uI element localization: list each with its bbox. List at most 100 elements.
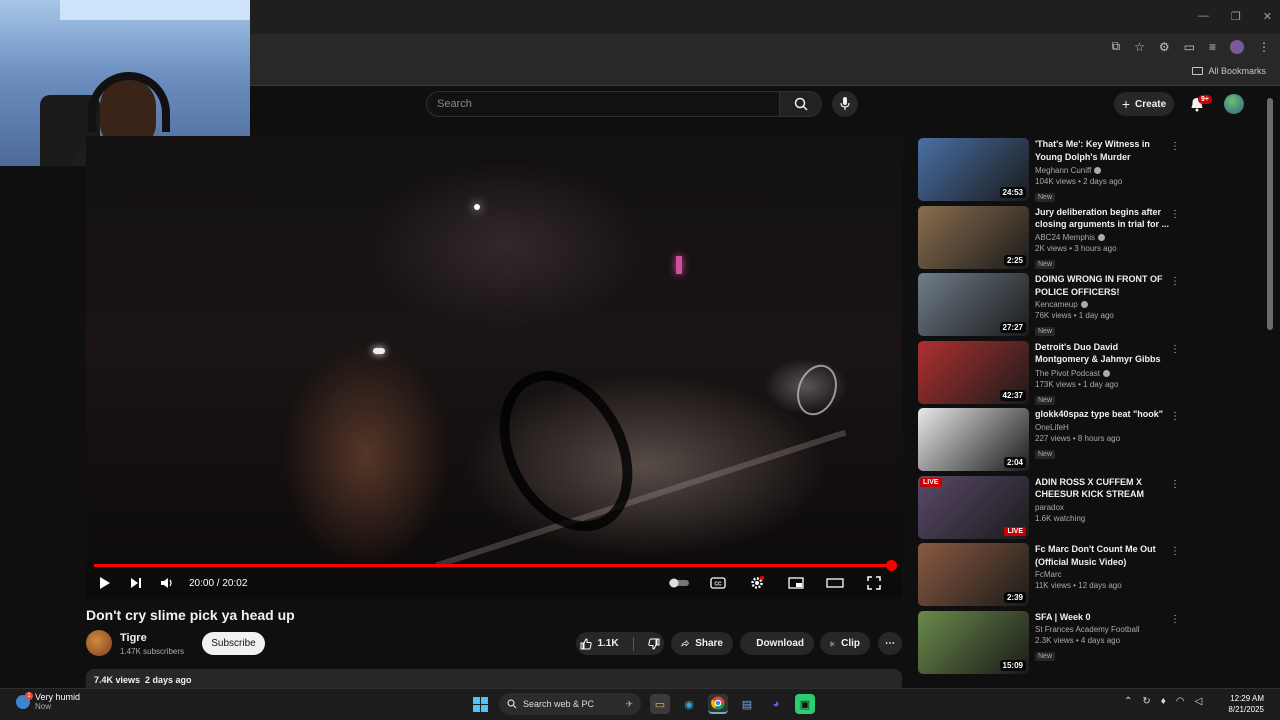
edge-browser-icon[interactable]: ◉	[679, 694, 699, 714]
recommendation-thumbnail[interactable]: 27:27	[918, 273, 1029, 336]
discord-icon[interactable]: ◕	[766, 694, 786, 714]
captions-button[interactable]: CC	[707, 573, 729, 593]
recommendation-title[interactable]: SFA | Week 0	[1035, 611, 1173, 624]
channel-avatar[interactable]	[86, 630, 112, 656]
recommendation-item[interactable]: 42:37 Detroit's Duo David Montgomery & Ja…	[918, 340, 1180, 409]
channel-name[interactable]: Tigre	[120, 632, 147, 644]
recommendation-thumbnail[interactable]: 2:04	[918, 408, 1029, 471]
more-vertical-icon[interactable]: ⋮	[1170, 141, 1180, 152]
more-actions-button[interactable]: ⋯	[878, 632, 902, 655]
chrome-browser-icon[interactable]	[708, 694, 728, 714]
close-button[interactable]: ✕	[1263, 10, 1272, 23]
recommendation-thumbnail[interactable]: 24:53	[918, 138, 1029, 201]
recommendation-title[interactable]: ADIN ROSS X CUFFEM X CHEESUR KICK STREAM	[1035, 476, 1173, 501]
voice-search-button[interactable]	[832, 91, 858, 117]
maximize-button[interactable]: ❐	[1231, 10, 1241, 23]
profile-avatar[interactable]	[1224, 94, 1244, 114]
all-bookmarks-button[interactable]: All Bookmarks	[1192, 66, 1266, 76]
play-button[interactable]	[94, 573, 116, 593]
theater-mode-button[interactable]	[824, 573, 846, 593]
microphone-tray-icon[interactable]: ♦	[1161, 696, 1166, 707]
more-vertical-icon[interactable]: ⋮	[1170, 479, 1180, 490]
speaker-icon[interactable]: ◁	[1195, 696, 1203, 707]
recommendation-info: Fc Marc Don't Count Me Out (Official Mus…	[1035, 543, 1173, 611]
recommendation-thumbnail[interactable]: 15:09	[918, 610, 1029, 674]
recommendation-thumbnail[interactable]: 42:37	[918, 340, 1029, 404]
wifi-icon[interactable]: ◠	[1176, 696, 1185, 707]
recommendation-info: SFA | Week 0 St Frances Academy Football 2…	[1035, 611, 1173, 679]
browser-profile-avatar[interactable]	[1230, 39, 1244, 54]
recommendation-channel[interactable]: paradox	[1035, 503, 1173, 512]
video-player[interactable]	[86, 136, 902, 598]
download-button[interactable]: Download	[740, 632, 814, 655]
file-explorer-icon[interactable]: ▭	[650, 694, 670, 714]
autoplay-toggle[interactable]	[668, 573, 690, 593]
recommendation-title[interactable]: 'That's Me': Key Witness in Young Dolph'…	[1035, 138, 1173, 164]
more-vertical-icon[interactable]: ⋮	[1170, 344, 1180, 355]
weather-widget[interactable]: 1 Very humid Now	[16, 692, 80, 712]
recommendation-item[interactable]: 27:27 DOING WRONG IN FRONT OF POLICE OFFI…	[918, 273, 1180, 341]
recommendation-channel[interactable]: St Frances Academy Football	[1035, 625, 1173, 634]
recommendation-channel[interactable]: ABC24 Memphis	[1035, 233, 1173, 242]
page-scrollbar[interactable]	[1267, 98, 1273, 330]
recommendation-meta: 173K views • 1 day ago	[1035, 379, 1119, 389]
recommendation-channel[interactable]: Kencameup	[1035, 300, 1173, 309]
like-button[interactable]: 1.1K	[580, 637, 619, 650]
clock-date: 8/21/2025	[1228, 705, 1264, 714]
recommendation-thumbnail[interactable]: 2:25	[918, 205, 1029, 269]
recommendation-title[interactable]: DOING WRONG IN FRONT OF POLICE OFFICERS!	[1035, 273, 1173, 298]
recommendation-title[interactable]: Fc Marc Don't Count Me Out (Official Mus…	[1035, 543, 1173, 568]
recommendation-meta: 104K views • 2 days ago	[1035, 177, 1123, 186]
dislike-button[interactable]	[647, 638, 660, 650]
cast-icon[interactable]: ⧉	[1112, 39, 1121, 54]
more-vertical-icon[interactable]: ⋮	[1170, 276, 1180, 287]
settings-button[interactable]	[746, 573, 768, 593]
notepad-icon[interactable]: ▤	[737, 694, 757, 714]
recommendation-channel[interactable]: FcMarc	[1035, 570, 1173, 579]
minimize-button[interactable]: —	[1198, 10, 1209, 23]
fullscreen-button[interactable]	[863, 573, 885, 593]
tab-search-icon[interactable]: ▭	[1184, 40, 1195, 54]
recommendation-title[interactable]: Detroit's Duo David Montgomery & Jahmyr …	[1035, 341, 1173, 367]
network-activity-icon[interactable]: ↻	[1142, 696, 1150, 707]
miniplayer-button[interactable]	[785, 573, 807, 593]
create-button[interactable]: + Create	[1114, 92, 1174, 116]
bookmark-star-icon[interactable]: ☆	[1134, 40, 1145, 54]
tray-overflow-icon[interactable]: ⌃	[1124, 696, 1132, 707]
more-vertical-icon[interactable]: ⋮	[1170, 614, 1180, 625]
share-button[interactable]: Share	[671, 632, 733, 655]
recommendation-item[interactable]: 2:04 glokk40spaz type beat "hook" OneLifeH…	[918, 408, 1180, 476]
taskbar-clock[interactable]: 12:29 AM 8/21/2025	[1222, 693, 1264, 715]
recommendation-thumbnail[interactable]: LIVE LIVE	[918, 475, 1029, 539]
clip-button[interactable]: Clip	[820, 632, 870, 655]
recommendation-channel[interactable]: The Pivot Podcast	[1035, 369, 1173, 378]
more-vertical-icon[interactable]: ⋮	[1170, 209, 1180, 220]
search-field[interactable]	[426, 91, 780, 117]
recommendation-item[interactable]: 2:39 Fc Marc Don't Count Me Out (Official…	[918, 543, 1180, 611]
video-frame[interactable]	[86, 136, 902, 598]
windows-start-icon[interactable]	[470, 694, 490, 714]
search-input[interactable]	[437, 98, 779, 110]
browser-menu-icon[interactable]: ⋮	[1258, 40, 1270, 54]
recommendation-item[interactable]: 15:09 SFA | Week 0 St Frances Academy Foot…	[918, 610, 1180, 679]
reading-list-icon[interactable]: ≡	[1209, 40, 1216, 54]
more-vertical-icon[interactable]: ⋮	[1170, 411, 1180, 422]
recommendation-channel[interactable]: OneLifeH	[1035, 423, 1173, 432]
recommendation-item[interactable]: LIVE LIVE ADIN ROSS X CUFFEM X CHEESUR KIC…	[918, 475, 1180, 544]
next-button[interactable]	[125, 573, 147, 593]
volume-button[interactable]	[156, 573, 178, 593]
live-badge: LIVE	[1004, 526, 1026, 536]
recommendation-item[interactable]: 24:53 'That's Me': Key Witness in Young D…	[918, 138, 1180, 206]
taskbar-search-box[interactable]: Search web & PC ✈	[499, 693, 641, 715]
recommendation-item[interactable]: 2:25 Jury deliberation begins after closi…	[918, 205, 1180, 274]
search-button[interactable]	[780, 91, 822, 117]
recommendation-thumbnail[interactable]: 2:39	[918, 543, 1029, 606]
more-vertical-icon[interactable]: ⋮	[1170, 546, 1180, 557]
extensions-icon[interactable]: ⚙	[1159, 40, 1170, 54]
notification-count-badge: 9+	[1198, 95, 1212, 104]
recommendation-title[interactable]: glokk40spaz type beat "hook"	[1035, 408, 1173, 421]
recommendation-title[interactable]: Jury deliberation begins after closing a…	[1035, 206, 1173, 231]
recommendation-channel[interactable]: Meghann Cuniff	[1035, 166, 1173, 175]
subscribe-button[interactable]: Subscribe	[202, 632, 265, 655]
app-green-icon[interactable]: ▣	[795, 694, 815, 714]
